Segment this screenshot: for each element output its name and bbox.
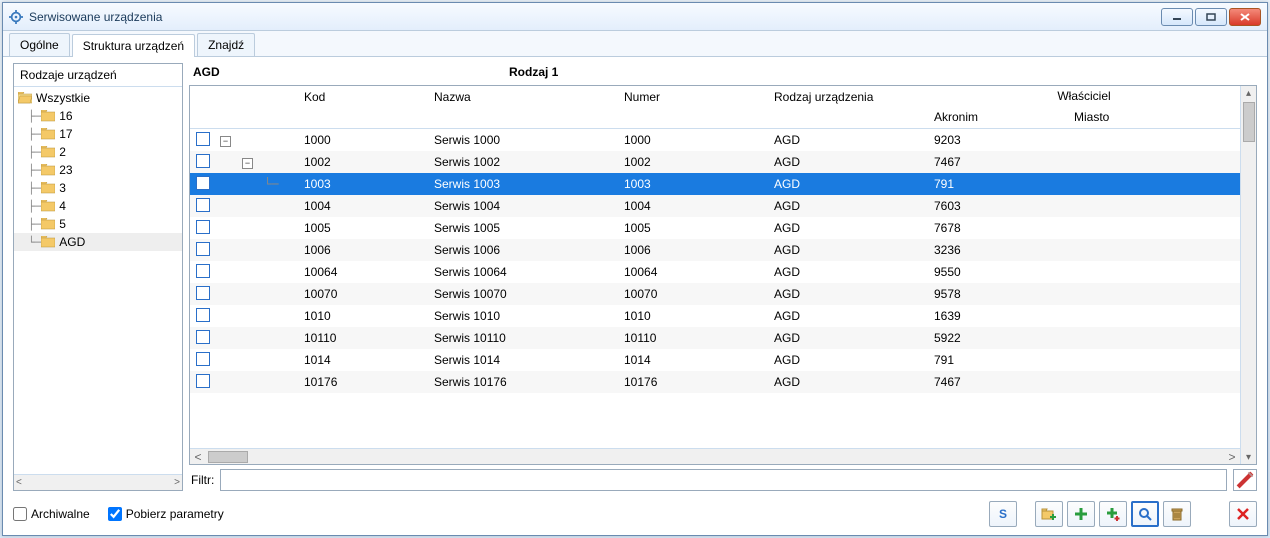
- tree-item[interactable]: ├─ 5: [14, 215, 182, 233]
- tabs: Ogólne Struktura urządzeń Znajdź: [3, 31, 1267, 57]
- row-checkbox[interactable]: [196, 330, 210, 344]
- archival-checkbox[interactable]: Archiwalne: [13, 507, 90, 521]
- add-button[interactable]: [1067, 501, 1095, 527]
- row-checkbox[interactable]: [196, 132, 210, 146]
- col-rodzaj[interactable]: Rodzaj urządzenia: [768, 86, 928, 128]
- table-row[interactable]: 1010Serwis 10101010AGD1639: [190, 305, 1240, 327]
- window-controls: [1161, 8, 1261, 26]
- grid-panel: AGD Rodzaj 1 Kod Nazwa Numer Rodza: [189, 63, 1257, 491]
- trash-icon: [1169, 506, 1185, 522]
- tree-panel: Rodzaje urządzeń Wszystkie├─ 16├─ 17├─ 2…: [13, 63, 183, 491]
- tree-body[interactable]: Wszystkie├─ 16├─ 17├─ 2├─ 23├─ 3├─ 4├─ 5…: [14, 87, 182, 474]
- tree-item[interactable]: ├─ 23: [14, 161, 182, 179]
- table-row[interactable]: −1002Serwis 10021002AGD7467: [190, 151, 1240, 173]
- table-row[interactable]: 10176Serwis 1017610176AGD7467: [190, 371, 1240, 393]
- filter-label: Filtr:: [189, 473, 214, 487]
- row-checkbox[interactable]: [196, 308, 210, 322]
- folder-plus-icon: [1041, 506, 1057, 522]
- s-button[interactable]: S: [989, 501, 1017, 527]
- row-checkbox[interactable]: [196, 286, 210, 300]
- fetch-params-checkbox[interactable]: Pobierz parametry: [108, 507, 224, 521]
- search-icon: [1137, 506, 1153, 522]
- filter-clear-button[interactable]: [1233, 469, 1257, 491]
- tree-item[interactable]: ├─ 2: [14, 143, 182, 161]
- filter-row: Filtr:: [189, 469, 1257, 491]
- delete-button[interactable]: [1163, 501, 1191, 527]
- add-folder-button[interactable]: [1035, 501, 1063, 527]
- row-checkbox[interactable]: [196, 352, 210, 366]
- filter-input[interactable]: [220, 469, 1227, 491]
- tree-item[interactable]: ├─ 4: [14, 197, 182, 215]
- tree-item[interactable]: ├─ 16: [14, 107, 182, 125]
- footer: Archiwalne Pobierz parametry S: [13, 491, 1257, 527]
- table-row[interactable]: └─1003Serwis 10031003AGD791: [190, 173, 1240, 195]
- minimize-button[interactable]: [1161, 8, 1193, 26]
- plus-multi-icon: [1105, 506, 1121, 522]
- row-checkbox[interactable]: [196, 242, 210, 256]
- tree-hscrollbar[interactable]: <>: [14, 474, 182, 490]
- table-row[interactable]: 1005Serwis 10051005AGD7678: [190, 217, 1240, 239]
- tab-find[interactable]: Znajdź: [197, 33, 255, 56]
- col-nazwa[interactable]: Nazwa: [428, 86, 618, 128]
- filter-pencil-icon: [1234, 469, 1256, 491]
- window-root: Serwisowane urządzenia Ogólne Struktura …: [2, 2, 1268, 536]
- gear-icon: [9, 10, 23, 24]
- close-icon: [1235, 506, 1251, 522]
- tree-item[interactable]: └─ AGD: [14, 233, 182, 251]
- tab-general[interactable]: Ogólne: [9, 33, 70, 56]
- search-button[interactable]: [1131, 501, 1159, 527]
- row-checkbox[interactable]: [196, 374, 210, 388]
- col-akronim[interactable]: Akronim: [928, 106, 1068, 128]
- grid-header: Kod Nazwa Numer Rodzaj urządzenia Właści…: [190, 86, 1240, 129]
- grid-titles: AGD Rodzaj 1: [189, 63, 1257, 85]
- grid-body[interactable]: −1000Serwis 10001000AGD9203−1002Serwis 1…: [190, 129, 1240, 448]
- table-row[interactable]: 10110Serwis 1011010110AGD5922: [190, 327, 1240, 349]
- col-miasto[interactable]: Miasto: [1068, 106, 1240, 128]
- titlebar: Serwisowane urządzenia: [3, 3, 1267, 31]
- table-row[interactable]: −1000Serwis 10001000AGD9203: [190, 129, 1240, 151]
- close-button[interactable]: [1229, 8, 1261, 26]
- row-checkbox[interactable]: [196, 176, 210, 190]
- grid-title-left: AGD: [189, 65, 509, 79]
- window-title: Serwisowane urządzenia: [29, 10, 1161, 24]
- row-checkbox[interactable]: [196, 220, 210, 234]
- table-row[interactable]: 10064Serwis 1006410064AGD9550: [190, 261, 1240, 283]
- body: Rodzaje urządzeń Wszystkie├─ 16├─ 17├─ 2…: [3, 57, 1267, 535]
- upper-area: Rodzaje urządzeń Wszystkie├─ 16├─ 17├─ 2…: [13, 63, 1257, 491]
- tree-root[interactable]: Wszystkie: [14, 89, 182, 107]
- tab-structure[interactable]: Struktura urządzeń: [72, 34, 195, 57]
- tree-item[interactable]: ├─ 17: [14, 125, 182, 143]
- grid-hscrollbar[interactable]: <>: [190, 448, 1240, 464]
- table-row[interactable]: 10070Serwis 1007010070AGD9578: [190, 283, 1240, 305]
- maximize-button[interactable]: [1195, 8, 1227, 26]
- grid-title-right: Rodzaj 1: [509, 65, 558, 79]
- grid-vscrollbar[interactable]: ▴▾: [1240, 86, 1256, 464]
- table-row[interactable]: 1006Serwis 10061006AGD3236: [190, 239, 1240, 261]
- row-checkbox[interactable]: [196, 264, 210, 278]
- plus-icon: [1073, 506, 1089, 522]
- footer-close-button[interactable]: [1229, 501, 1257, 527]
- row-checkbox[interactable]: [196, 154, 210, 168]
- table-row[interactable]: 1014Serwis 10141014AGD791: [190, 349, 1240, 371]
- grid: Kod Nazwa Numer Rodzaj urządzenia Właści…: [189, 85, 1257, 465]
- tree-header: Rodzaje urządzeń: [14, 64, 182, 87]
- row-checkbox[interactable]: [196, 198, 210, 212]
- table-row[interactable]: 1004Serwis 10041004AGD7603: [190, 195, 1240, 217]
- col-numer[interactable]: Numer: [618, 86, 768, 128]
- add-multi-button[interactable]: [1099, 501, 1127, 527]
- col-owner[interactable]: Właściciel: [928, 86, 1240, 106]
- tree-item[interactable]: ├─ 3: [14, 179, 182, 197]
- col-kod[interactable]: Kod: [298, 86, 428, 128]
